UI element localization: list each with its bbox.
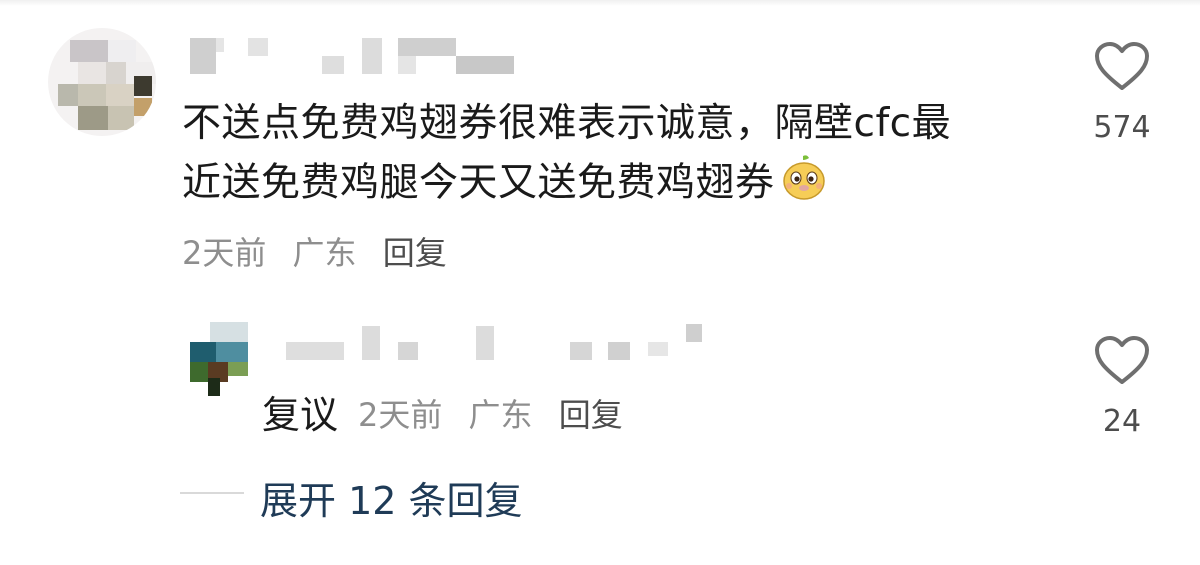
avatar[interactable] <box>190 322 248 396</box>
reply-text: 复议 <box>262 393 339 437</box>
reply-button[interactable]: 回复 <box>383 234 447 272</box>
like-button[interactable] <box>1094 42 1150 96</box>
comment-meta: 2天前 广东 回复 <box>182 228 463 274</box>
comment-location: 广东 <box>292 234 357 272</box>
expand-replies-link[interactable]: 展开 12 条回复 <box>260 470 523 525</box>
comment-time: 2天前 <box>358 396 443 434</box>
expand-divider <box>180 492 244 494</box>
like-count: 574 <box>1093 110 1151 145</box>
like-button[interactable] <box>1094 336 1150 390</box>
mascot-emoji-icon <box>781 152 827 218</box>
top-divider <box>0 0 1200 6</box>
comment-time: 2天前 <box>182 234 267 272</box>
reply-meta: 2天前 广东 回复 <box>358 390 639 436</box>
like-count: 24 <box>1102 404 1142 439</box>
comment-text: 不送点免费鸡翅券很难表示诚意，隔壁cfc最 近送免费鸡腿今天又送免费鸡翅券 <box>182 96 1062 218</box>
comment-location: 广东 <box>468 396 533 434</box>
avatar[interactable] <box>48 28 156 136</box>
heart-outline-icon <box>1095 42 1149 90</box>
heart-outline-icon <box>1095 336 1149 384</box>
reply-button[interactable]: 回复 <box>559 396 623 434</box>
